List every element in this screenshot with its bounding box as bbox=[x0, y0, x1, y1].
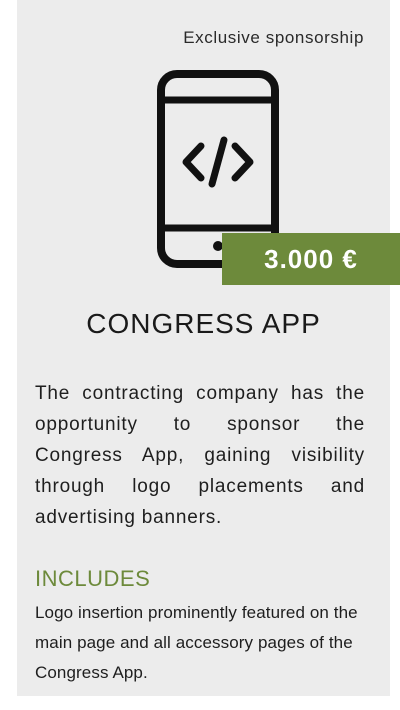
price-badge: 3.000 € bbox=[222, 233, 400, 285]
product-title: CONGRESS APP bbox=[86, 308, 321, 339]
product-description: The contracting company has the opportun… bbox=[35, 383, 365, 528]
sponsorship-card: Exclusive sponsorship 3.000 € CONGRESS A… bbox=[17, 0, 400, 696]
includes-description: Logo insertion prominently featured on t… bbox=[35, 603, 358, 682]
sponsorship-type-label: Exclusive sponsorship bbox=[183, 28, 364, 47]
includes-heading: INCLUDES bbox=[35, 566, 151, 591]
